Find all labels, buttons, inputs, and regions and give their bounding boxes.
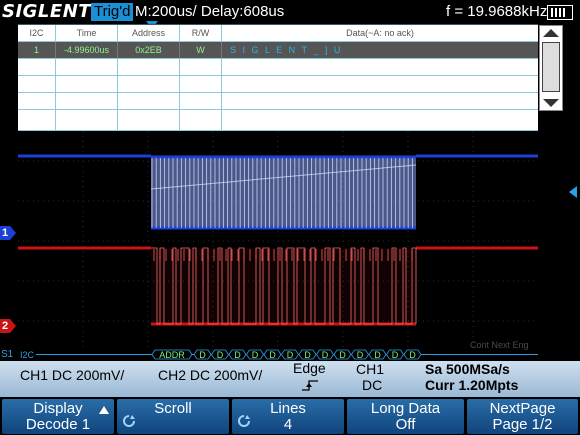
column-header-address: Address (118, 25, 180, 41)
channel-info-bar: CH1 DC 200mV/ CH2 DC 200mV/ Edge CH1 DC … (0, 361, 580, 397)
row-index: 1 (18, 42, 56, 58)
long-data-label: Long Data (370, 400, 441, 417)
channel-1-label: 1 (1, 227, 9, 239)
table-row-empty (18, 93, 538, 110)
scroll-thumb[interactable] (542, 42, 560, 92)
column-header-rw: R/W (180, 25, 222, 41)
ch1-setting[interactable]: CH1 DC 200mV/ (20, 368, 124, 383)
display-decode-button[interactable]: Display Decode 1 (2, 399, 114, 434)
svg-text:D: D (357, 350, 364, 360)
table-header-row: I2C Time Address R/W Data(~A: no ack) (18, 25, 538, 42)
svg-text:D: D (322, 350, 329, 360)
svg-text:D: D (234, 350, 241, 360)
svg-text:D: D (374, 350, 381, 360)
arrow-up-icon (99, 406, 109, 414)
page-indicator: Page 1/2 (492, 416, 553, 433)
column-header-i2c: I2C (18, 25, 56, 41)
svg-text:D: D (199, 350, 206, 360)
channel-2-trace (18, 246, 538, 326)
scroll-up-icon[interactable] (540, 26, 562, 40)
row-address: 0x2EB (118, 42, 180, 58)
knob-icon (238, 415, 250, 427)
ch2-setting[interactable]: CH2 DC 200mV/ (158, 368, 262, 383)
bus-label: I2C (20, 350, 35, 360)
svg-text:D: D (409, 350, 416, 360)
s1-marker: S1 (1, 349, 14, 360)
knob-icon (123, 415, 135, 427)
table-row-empty (18, 59, 538, 76)
channel-2-label: 2 (1, 320, 9, 332)
scroll-down-icon[interactable] (540, 96, 562, 110)
table-row-empty (18, 76, 538, 93)
row-time: -4.99600us (56, 42, 118, 58)
trigger-level-marker-icon[interactable] (569, 186, 577, 198)
svg-text:D: D (392, 350, 399, 360)
decode-list-table: I2C Time Address R/W Data(~A: no ack) 1 … (18, 25, 538, 131)
display-label: Display (33, 400, 83, 417)
rising-edge-icon (302, 380, 318, 391)
svg-text:D: D (304, 350, 311, 360)
long-data-button[interactable]: Long Data Off (347, 399, 464, 434)
next-page-label: NextPage (489, 400, 556, 417)
row-rw: W (180, 42, 222, 58)
frequency-readout: f = 19.9688kHz (446, 3, 548, 20)
battery-icon (547, 5, 573, 20)
trigger-type[interactable]: Edge (293, 361, 326, 376)
scroll-button[interactable]: Scroll (117, 399, 229, 434)
svg-text:D: D (217, 350, 224, 360)
svg-text:ADDR: ADDR (159, 350, 185, 360)
table-row[interactable]: 1 -4.99600us 0x2EB W S I G L E N T _ ] U (18, 42, 538, 59)
decode-value: Decode 1 (25, 416, 91, 433)
svg-text:D: D (269, 350, 276, 360)
channel-1-marker[interactable]: 1 (0, 226, 16, 240)
row-data: S I G L E N T _ ] U (230, 45, 343, 55)
long-data-value: Off (395, 416, 416, 433)
column-header-data: Data(~A: no ack) (346, 28, 414, 38)
next-page-button[interactable]: NextPage Page 1/2 (467, 399, 578, 434)
waveform-canvas: Cont Next Eng (18, 131, 538, 350)
svg-text:D: D (287, 350, 294, 360)
memory-depth: Curr 1.20Mpts (425, 377, 519, 393)
brand-logo: SIGLENT (2, 1, 92, 22)
trigger-state-badge: Trig'd (91, 3, 134, 21)
table-row-empty (18, 110, 538, 131)
channel-2-marker[interactable]: 2 (0, 319, 16, 333)
lines-button[interactable]: Lines 4 (232, 399, 344, 434)
column-header-time: Time (56, 25, 118, 41)
timebase-readout: M:200us/ Delay:608us (135, 3, 285, 20)
svg-text:D: D (339, 350, 346, 360)
channel-1-trace (18, 154, 538, 230)
svg-text:D: D (252, 350, 259, 360)
decode-list-scrollbar[interactable] (539, 25, 563, 111)
i2c-bus-line: ADDR D D D D D D D D D D D D D I2C (20, 349, 538, 360)
trigger-source[interactable]: CH1 (356, 362, 384, 377)
waveform-display: I2C Time Address R/W Data(~A: no ack) 1 … (18, 24, 538, 361)
sample-rate: Sa 500MSa/s (425, 361, 510, 377)
status-bar: SIGLENT Trig'd M:200us/ Delay:608us f = … (0, 0, 580, 24)
trigger-coupling: DC (362, 377, 383, 393)
